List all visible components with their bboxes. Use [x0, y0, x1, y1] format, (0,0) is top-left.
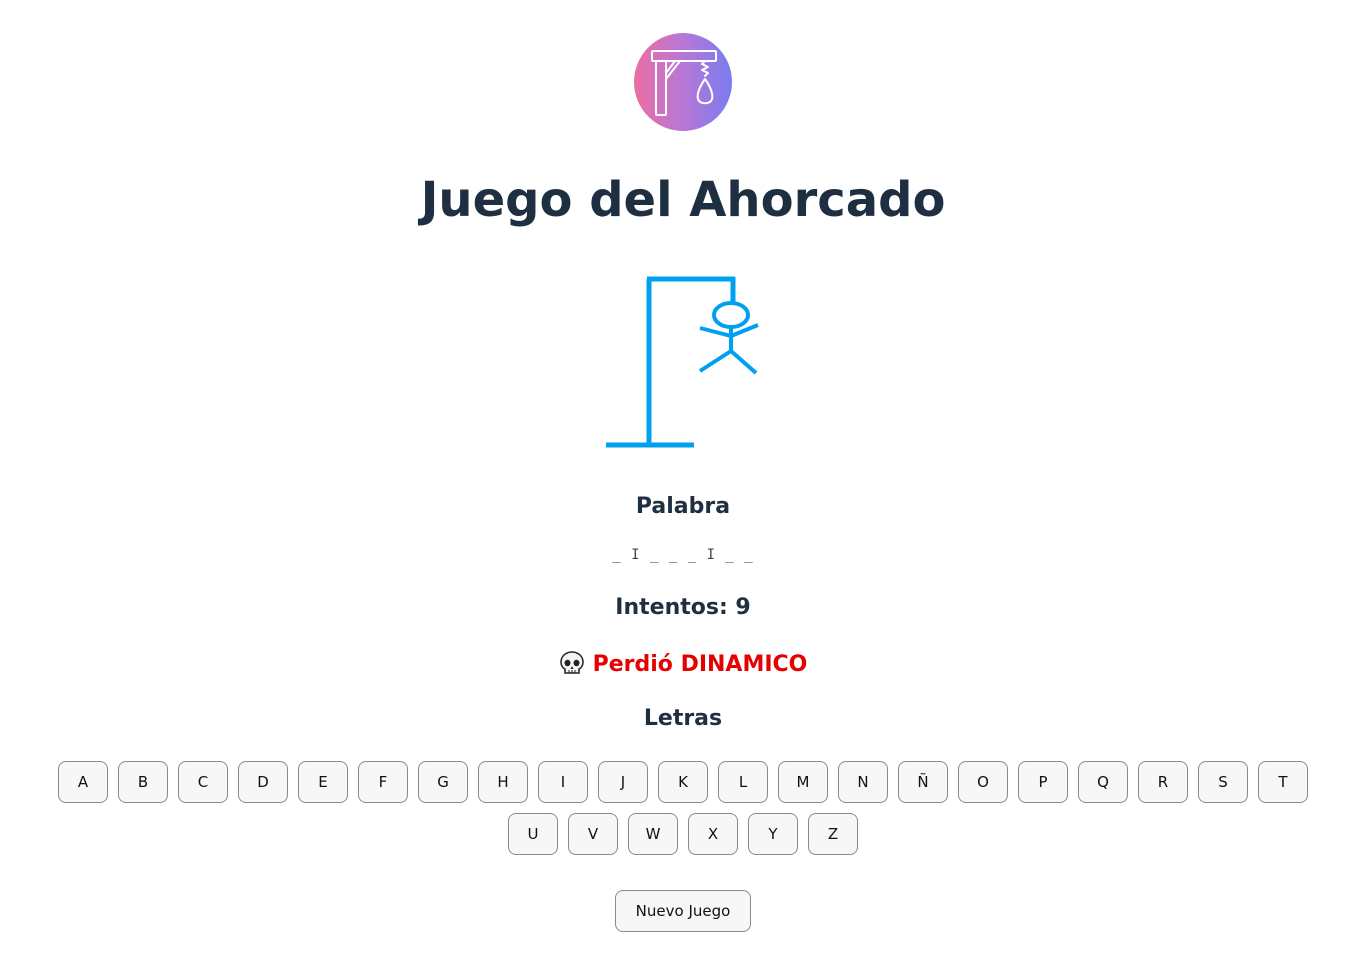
letter-button[interactable]: Q: [1078, 761, 1128, 803]
hangman-figure-icon: [606, 276, 759, 448]
new-game-button[interactable]: Nuevo Juego: [615, 890, 751, 932]
letter-button[interactable]: X: [688, 813, 738, 855]
letter-button[interactable]: V: [568, 813, 618, 855]
hidden-word: _ I _ _ _ I _ _: [612, 547, 754, 563]
status-text: Perdió DINAMICO: [592, 652, 808, 677]
page-title: Juego del Ahorcado: [420, 172, 946, 228]
word-label: Palabra: [635, 494, 731, 519]
attempts-counter: Intentos: 9: [615, 595, 751, 620]
game-status: Perdió DINAMICO: [0, 650, 1366, 677]
letter-button[interactable]: R: [1138, 761, 1188, 803]
letter-button[interactable]: O: [958, 761, 1008, 803]
letter-button[interactable]: N: [838, 761, 888, 803]
letter-button[interactable]: A: [58, 761, 108, 803]
letter-button[interactable]: J: [598, 761, 648, 803]
letter-button[interactable]: B: [118, 761, 168, 803]
letter-button[interactable]: Z: [808, 813, 858, 855]
letter-button[interactable]: F: [358, 761, 408, 803]
letters-label: Letras: [643, 706, 723, 731]
letter-button[interactable]: C: [178, 761, 228, 803]
letter-button[interactable]: Ñ: [898, 761, 948, 803]
letter-button[interactable]: Y: [748, 813, 798, 855]
letter-keyboard: A B C D E F G H I J K L M N Ñ O P Q R S …: [0, 761, 1366, 865]
app-logo: [634, 33, 732, 131]
letter-button[interactable]: G: [418, 761, 468, 803]
letter-button[interactable]: M: [778, 761, 828, 803]
letter-button[interactable]: K: [658, 761, 708, 803]
letter-button[interactable]: P: [1018, 761, 1068, 803]
letter-button[interactable]: S: [1198, 761, 1248, 803]
keyboard-row: U V W X Y Z: [0, 813, 1366, 855]
letter-button[interactable]: W: [628, 813, 678, 855]
skull-icon: [559, 651, 584, 674]
letter-button[interactable]: E: [298, 761, 348, 803]
letter-button[interactable]: H: [478, 761, 528, 803]
letter-button[interactable]: I: [538, 761, 588, 803]
letter-button[interactable]: U: [508, 813, 558, 855]
letter-button[interactable]: L: [718, 761, 768, 803]
keyboard-row: A B C D E F G H I J K L M N Ñ O P Q R S …: [0, 761, 1366, 803]
hangman-drawing: [600, 270, 770, 459]
letter-button[interactable]: D: [238, 761, 288, 803]
letter-button[interactable]: T: [1258, 761, 1308, 803]
gallows-icon: [651, 50, 717, 116]
